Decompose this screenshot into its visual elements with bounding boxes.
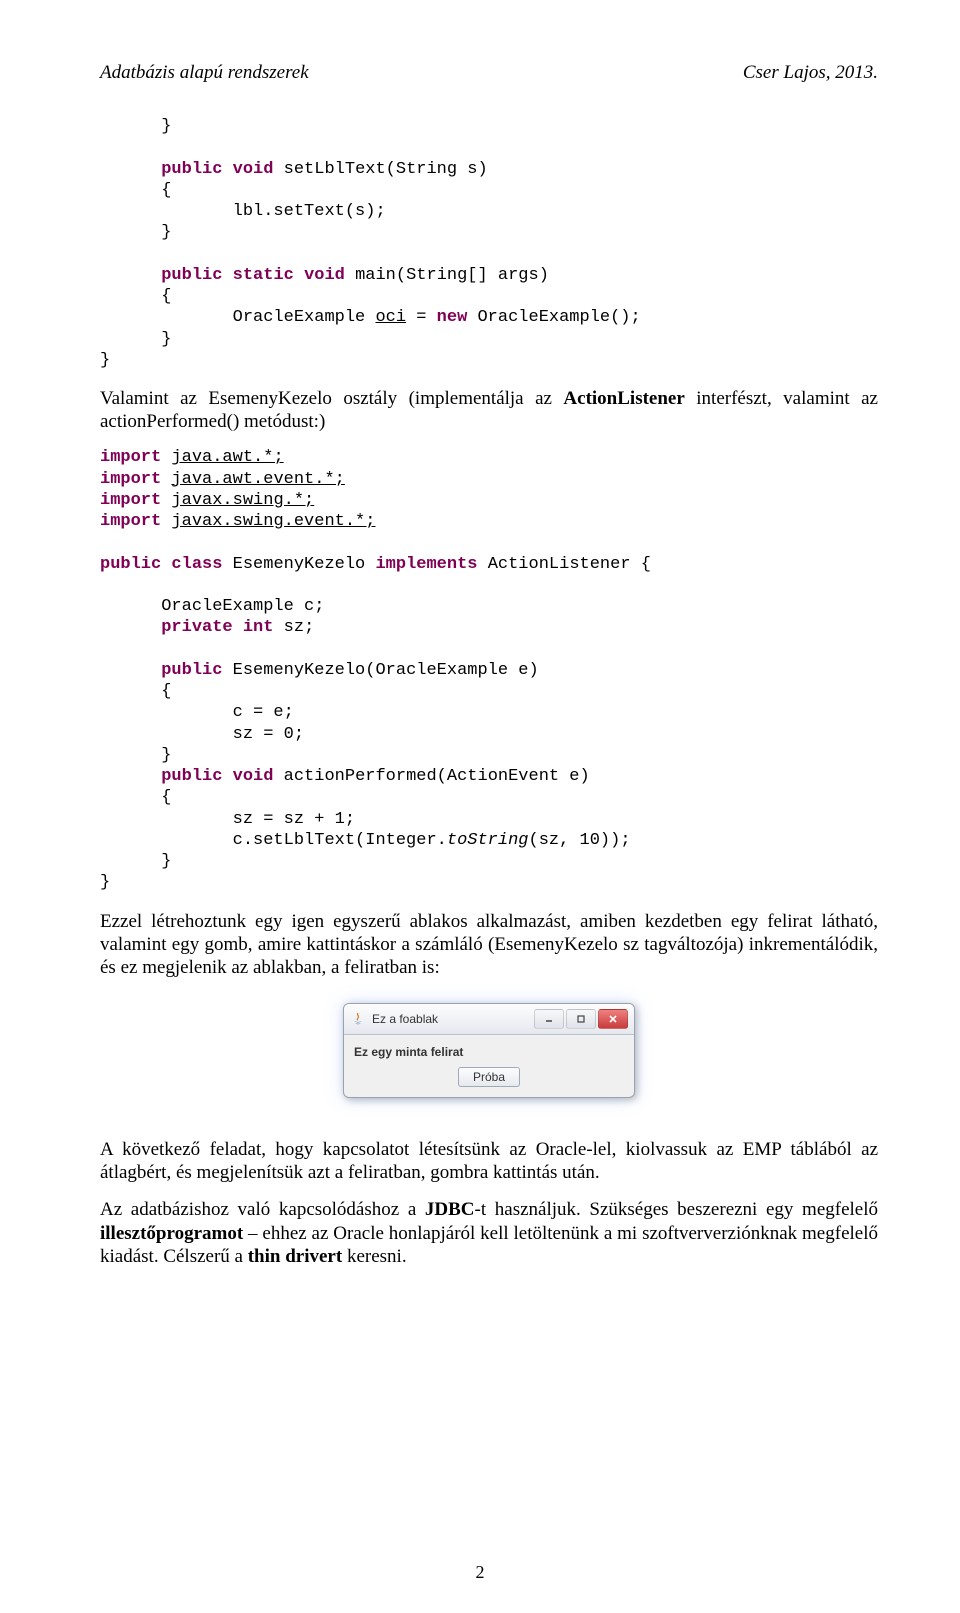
document-page: Adatbázis alapú rendszerek Cser Lajos, 2… [0, 0, 960, 1613]
code-block-1: } public void setLblText(String s) { lbl… [100, 116, 878, 371]
paragraph-3: A következő feladat, hogy kapcsolatot lé… [100, 1138, 878, 1184]
proba-button[interactable]: Próba [458, 1067, 520, 1087]
paragraph-2: Ezzel létrehoztunk egy igen egyszerű abl… [100, 910, 878, 980]
minimize-button[interactable] [534, 1009, 564, 1029]
window-body: Ez egy minta felirat Próba [344, 1035, 634, 1097]
paragraph-4: Az adatbázishoz való kapcsolódáshoz a JD… [100, 1198, 878, 1268]
sample-window: Ez a foablak Ez egy minta felirat Próba [343, 1003, 635, 1098]
page-number: 2 [0, 1562, 960, 1583]
paragraph-1: Valamint az EsemenyKezelo osztály (imple… [100, 387, 878, 433]
window-titlebar: Ez a foablak [344, 1004, 634, 1035]
maximize-button[interactable] [566, 1009, 596, 1029]
java-icon [350, 1011, 366, 1027]
page-header: Adatbázis alapú rendszerek Cser Lajos, 2… [100, 62, 878, 84]
window-label: Ez egy minta felirat [352, 1041, 626, 1067]
header-right: Cser Lajos, 2013. [743, 62, 878, 84]
window-title: Ez a foablak [372, 1012, 532, 1026]
code-block-2: import java.awt.*; import java.awt.event… [100, 447, 878, 893]
header-left: Adatbázis alapú rendszerek [100, 62, 309, 84]
close-button[interactable] [598, 1009, 628, 1029]
